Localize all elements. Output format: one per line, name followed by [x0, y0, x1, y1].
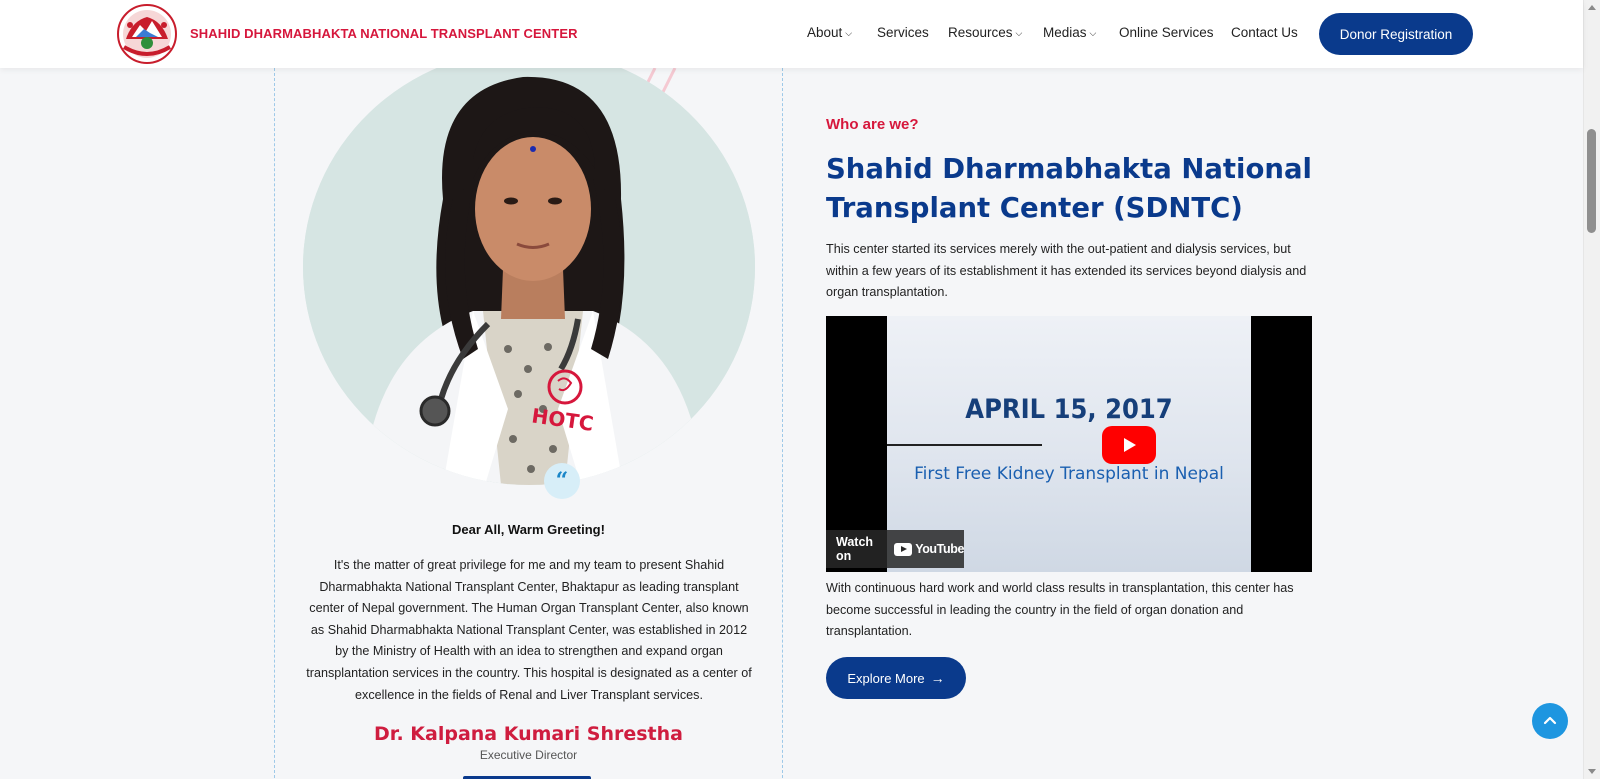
scroll-up-arrow-icon[interactable] — [1588, 5, 1596, 10]
nav-resources[interactable]: Resources ⌵ — [948, 25, 1022, 40]
nav-contact-us[interactable]: Contact Us — [1231, 25, 1298, 40]
director-portrait: HOTC — [303, 49, 755, 485]
scrollbar-thumb[interactable] — [1587, 129, 1596, 233]
nav-about-label: About — [807, 25, 843, 40]
nav-about[interactable]: About ⌵ — [807, 25, 852, 40]
scroll-to-top-button[interactable] — [1532, 703, 1568, 739]
nav-contact-us-label: Contact Us — [1231, 25, 1298, 40]
youtube-video-embed[interactable]: APRIL 15, 2017 First Free Kidney Transpl… — [826, 316, 1312, 572]
section-headline: Shahid Dharmabhakta National Transplant … — [826, 153, 1312, 224]
nav-online-services-label: Online Services — [1119, 25, 1214, 40]
site-header: SHAHID DHARMABHAKTA NATIONAL TRANSPLANT … — [0, 0, 1583, 68]
nav-resources-label: Resources — [948, 25, 1013, 40]
chevron-down-icon: ⌵ — [845, 28, 853, 38]
director-title: Executive Director — [479, 748, 578, 762]
donor-registration-button[interactable]: Donor Registration — [1319, 13, 1473, 55]
brand-name[interactable]: SHAHID DHARMABHAKTA NATIONAL TRANSPLANT … — [190, 26, 578, 41]
play-button[interactable] — [1102, 426, 1156, 464]
nav-medias[interactable]: Medias ⌵ — [1043, 25, 1096, 40]
video-caption: First Free Kidney Transplant in Nepal — [914, 464, 1224, 484]
chevron-down-icon: ⌵ — [1015, 28, 1023, 38]
arrow-right-icon: → — [930, 670, 945, 686]
nav-services-label: Services — [877, 25, 929, 40]
video-divider-line — [887, 444, 1042, 446]
video-date-text: APRIL 15, 2017 — [965, 394, 1173, 425]
nav-services[interactable]: Services — [877, 25, 929, 40]
section-eyebrow: Who are we? — [826, 116, 919, 133]
youtube-play-icon — [894, 542, 913, 556]
chevron-down-icon: ⌵ — [1089, 28, 1097, 38]
chevron-up-icon — [1543, 716, 1557, 725]
play-icon — [1124, 438, 1136, 452]
youtube-wordmark: YouTube — [915, 542, 964, 556]
emblem-logo[interactable] — [114, 3, 180, 65]
director-message: It's the matter of great privilege for m… — [306, 558, 752, 702]
youtube-logo-icon: YouTube — [894, 542, 964, 556]
about-paragraph-2: With continuous hard work and world clas… — [826, 581, 1294, 639]
director-greeting: Dear All, Warm Greeting! — [452, 522, 605, 537]
explore-more-label: Explore More — [847, 670, 925, 686]
nav-online-services[interactable]: Online Services — [1119, 25, 1214, 40]
page-scrollbar[interactable] — [1583, 0, 1600, 779]
watch-on-label: Watch on — [836, 535, 874, 563]
explore-more-button[interactable]: Explore More → — [826, 657, 966, 699]
about-paragraph-1: This center started its services merely … — [826, 242, 1307, 300]
quote-icon: “ — [544, 463, 580, 499]
scroll-down-arrow-icon[interactable] — [1588, 769, 1596, 774]
director-name: Dr. Kalpana Kumari Shrestha — [374, 723, 683, 745]
watch-on-youtube-button[interactable]: Watch on YouTube — [826, 530, 964, 568]
nav-medias-label: Medias — [1043, 25, 1087, 40]
